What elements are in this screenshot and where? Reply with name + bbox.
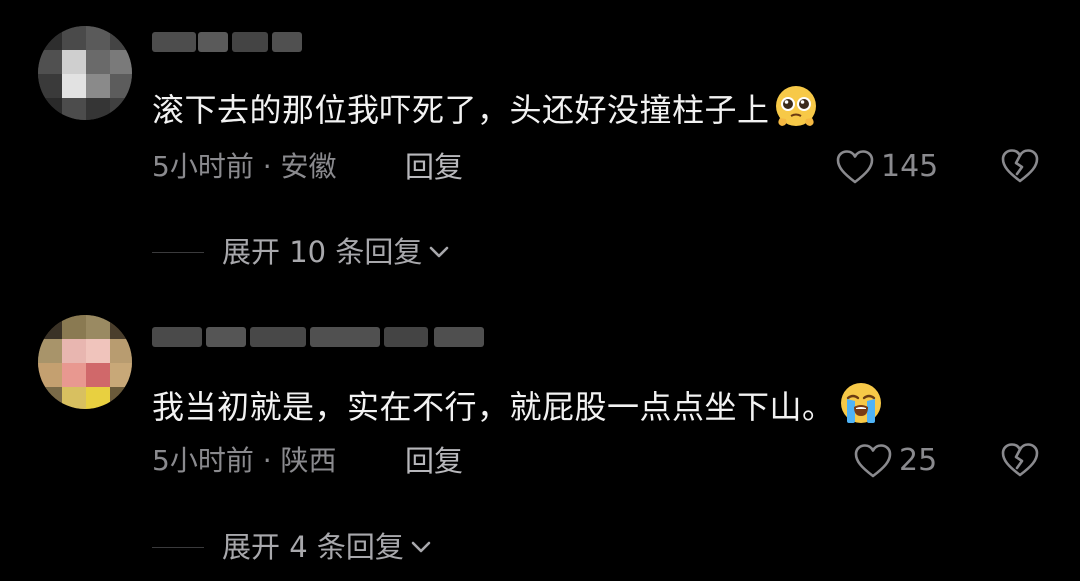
divider	[152, 546, 204, 548]
chevron-down-icon	[411, 541, 431, 553]
pleading-face-icon	[774, 84, 818, 137]
broken-heart-icon	[1001, 149, 1039, 183]
loudly-crying-face-icon	[839, 381, 883, 434]
dislike-button[interactable]	[1000, 147, 1040, 189]
reply-button[interactable]: 回复	[405, 443, 463, 479]
expand-replies-label: 展开 4 条回复	[222, 530, 404, 564]
chevron-down-icon	[430, 246, 449, 258]
expand-replies-label: 展开 10 条回复	[222, 235, 423, 269]
comment-item: 我当初就是，实在不行，就屁股一点点坐下山。 5小时前 · 陕西 回复 25 展开…	[0, 295, 1080, 581]
avatar[interactable]	[38, 26, 132, 120]
comment-item: 滚下去的那位我吓死了，头还好没撞柱子上 5小时前 · 安徽 回复 145 展开 …	[0, 0, 1080, 295]
avatar[interactable]	[38, 315, 132, 409]
heart-icon	[836, 150, 874, 184]
like-count: 25	[899, 443, 938, 478]
reply-button[interactable]: 回复	[405, 149, 463, 185]
comment-text: 我当初就是，实在不行，就屁股一点点坐下山。	[152, 381, 883, 434]
like-button[interactable]: 145	[835, 149, 938, 185]
time-location: 5小时前 · 安徽	[152, 150, 337, 183]
like-count: 145	[881, 149, 939, 184]
dislike-button[interactable]	[1000, 441, 1040, 483]
like-button[interactable]: 25	[853, 443, 937, 479]
heart-icon	[854, 444, 892, 478]
expand-replies[interactable]: 展开 10 条回复	[152, 234, 450, 270]
broken-heart-icon	[1001, 443, 1039, 477]
expand-replies[interactable]: 展开 4 条回复	[152, 529, 432, 565]
time-location: 5小时前 · 陕西	[152, 444, 337, 477]
divider	[152, 251, 204, 253]
comment-text: 滚下去的那位我吓死了，头还好没撞柱子上	[152, 84, 818, 137]
